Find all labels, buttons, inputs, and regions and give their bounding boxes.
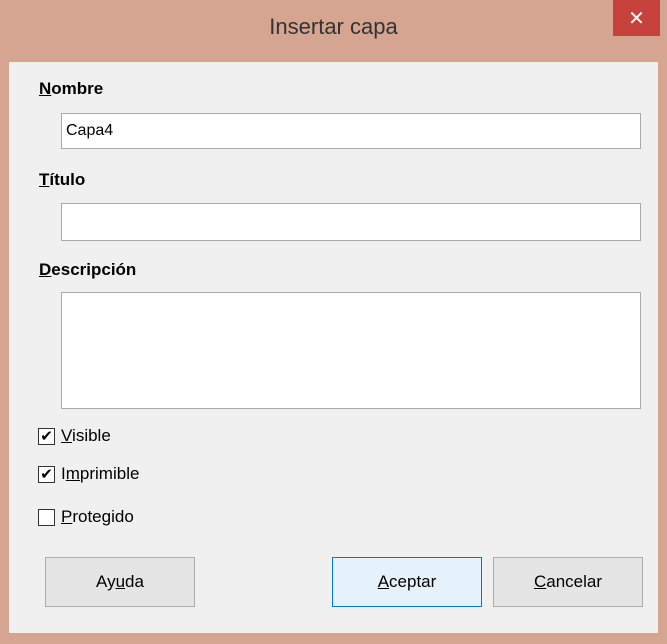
nombre-field[interactable] — [61, 113, 641, 149]
protegido-label: Protegido — [61, 507, 134, 526]
visible-checkbox-row[interactable]: ✔ Visible — [38, 426, 111, 446]
imprimible-label: Imprimible — [61, 464, 140, 483]
ayuda-label: Ayuda — [96, 572, 144, 591]
descripcion-field[interactable] — [61, 292, 641, 409]
visible-checkbox[interactable]: ✔ — [38, 427, 55, 445]
dialog-content: Nombre Título Descripción — [9, 62, 658, 633]
close-button[interactable]: ✕ — [613, 0, 660, 36]
ayuda-button[interactable]: Ayuda — [45, 557, 195, 607]
nombre-input[interactable] — [62, 114, 640, 148]
checkmark-icon: ✔ — [40, 427, 53, 445]
titulo-label: Título — [39, 170, 86, 189]
descripcion-textarea[interactable] — [62, 293, 640, 408]
imprimible-checkbox-row[interactable]: ✔ Imprimible — [38, 464, 139, 484]
descripcion-label: Descripción — [39, 260, 137, 279]
close-icon: ✕ — [628, 7, 645, 30]
visible-label: Visible — [61, 426, 111, 445]
dialog-title: Insertar capa — [269, 14, 398, 39]
titulo-input[interactable] — [62, 204, 640, 240]
protegido-checkbox-row[interactable]: Protegido — [38, 507, 134, 527]
aceptar-label: Aceptar — [377, 572, 437, 591]
checkmark-icon: ✔ — [40, 465, 53, 483]
protegido-checkbox[interactable] — [38, 508, 55, 526]
title-bar: Insertar capa ✕ — [0, 0, 667, 62]
aceptar-button[interactable]: Aceptar — [332, 557, 482, 607]
cancelar-label: Cancelar — [533, 572, 603, 591]
imprimible-checkbox[interactable]: ✔ — [38, 465, 55, 483]
titulo-field[interactable] — [61, 203, 641, 241]
nombre-label: Nombre — [39, 79, 104, 98]
cancelar-button[interactable]: Cancelar — [493, 557, 643, 607]
